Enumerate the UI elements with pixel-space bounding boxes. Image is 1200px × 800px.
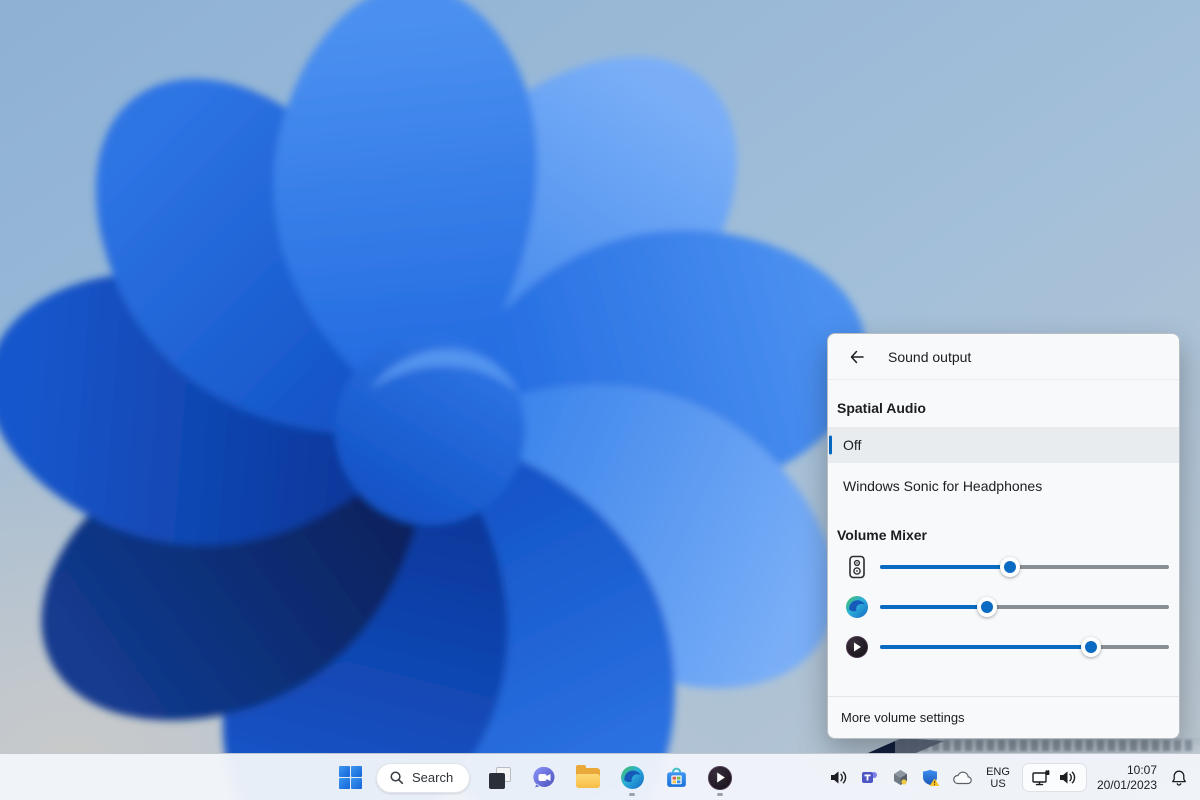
quick-settings-button[interactable] xyxy=(1023,764,1086,791)
search-icon xyxy=(389,770,404,785)
running-indicator xyxy=(629,793,635,796)
taskbar-app-edge[interactable] xyxy=(612,758,652,798)
language-line1: ENG xyxy=(986,766,1010,778)
tray-onedrive-button[interactable] xyxy=(951,761,973,795)
sound-output-flyout: Sound output Spatial Audio Off Windows S… xyxy=(827,333,1180,739)
bell-icon xyxy=(1170,769,1188,787)
volume-icon xyxy=(829,769,848,786)
more-volume-settings-link[interactable]: More volume settings xyxy=(828,696,1179,738)
security-cube-icon xyxy=(892,769,909,786)
edge-icon xyxy=(845,595,869,619)
volume-slider-edge[interactable] xyxy=(880,596,1169,618)
store-bag-icon xyxy=(664,765,689,790)
taskbar: Search xyxy=(0,753,1200,800)
tray-defender-button[interactable] xyxy=(920,761,942,795)
speaker-box-icon xyxy=(845,555,869,579)
spatial-audio-heading: Spatial Audio xyxy=(837,398,1179,418)
folder-icon xyxy=(576,768,600,788)
search-box[interactable]: Search xyxy=(376,763,470,793)
tray-volume-button[interactable] xyxy=(827,761,849,795)
slider-thumb[interactable] xyxy=(1081,637,1101,657)
mixer-row-system-sounds xyxy=(828,547,1179,587)
clock-time: 10:07 xyxy=(1097,763,1157,778)
tray-teams-button[interactable] xyxy=(858,761,880,795)
volume-mixer-heading: Volume Mixer xyxy=(837,525,1179,545)
taskbar-app-store[interactable] xyxy=(656,758,696,798)
spatial-audio-option-off[interactable]: Off xyxy=(828,427,1179,463)
media-player-icon xyxy=(845,635,869,659)
volume-icon xyxy=(1058,769,1077,786)
search-label: Search xyxy=(412,770,453,785)
desktop: Sound output Spatial Audio Off Windows S… xyxy=(0,0,1200,800)
mixer-row-edge xyxy=(828,587,1179,627)
volume-slider-media-player[interactable] xyxy=(880,636,1169,658)
slider-fill xyxy=(880,605,987,609)
slider-fill xyxy=(880,565,1010,569)
teams-icon xyxy=(861,769,878,786)
slider-thumb[interactable] xyxy=(1000,557,1020,577)
defender-shield-warning-icon xyxy=(922,769,941,787)
spatial-audio-option-windows-sonic[interactable]: Windows Sonic for Headphones xyxy=(828,467,1179,505)
task-view-icon xyxy=(488,766,512,790)
taskbar-app-chat[interactable] xyxy=(524,758,564,798)
flyout-title: Sound output xyxy=(888,349,971,365)
system-tray: ENG US xyxy=(827,754,1190,800)
slider-fill xyxy=(880,645,1091,649)
tray-security-cube-button[interactable] xyxy=(889,761,911,795)
option-label: Off xyxy=(843,437,861,453)
clock[interactable]: 10:07 20/01/2023 xyxy=(1095,761,1159,795)
watermark-strip xyxy=(895,738,1200,753)
play-circle-icon xyxy=(708,766,732,790)
language-indicator[interactable]: ENG US xyxy=(982,761,1014,795)
back-button[interactable] xyxy=(842,342,872,372)
taskbar-app-file-explorer[interactable] xyxy=(568,758,608,798)
volume-slider-system-sounds[interactable] xyxy=(880,556,1169,578)
notification-center-button[interactable] xyxy=(1168,761,1190,795)
edge-icon xyxy=(620,765,645,790)
language-line2: US xyxy=(986,778,1010,790)
selection-indicator xyxy=(829,436,832,455)
taskbar-app-task-view[interactable] xyxy=(480,758,520,798)
taskbar-center-group: Search xyxy=(330,754,740,800)
mixer-row-media-player xyxy=(828,627,1179,667)
arrow-left-icon xyxy=(849,349,865,365)
windows-logo-icon xyxy=(339,766,362,789)
onedrive-cloud-icon xyxy=(952,771,972,785)
start-button[interactable] xyxy=(330,758,370,798)
network-monitor-icon xyxy=(1032,770,1051,786)
chat-icon xyxy=(532,765,557,790)
slider-thumb[interactable] xyxy=(977,597,997,617)
flyout-header: Sound output xyxy=(828,334,1179,380)
running-indicator xyxy=(717,793,723,796)
option-label: Windows Sonic for Headphones xyxy=(843,478,1042,494)
clock-date: 20/01/2023 xyxy=(1097,778,1157,793)
taskbar-app-media-player[interactable] xyxy=(700,758,740,798)
